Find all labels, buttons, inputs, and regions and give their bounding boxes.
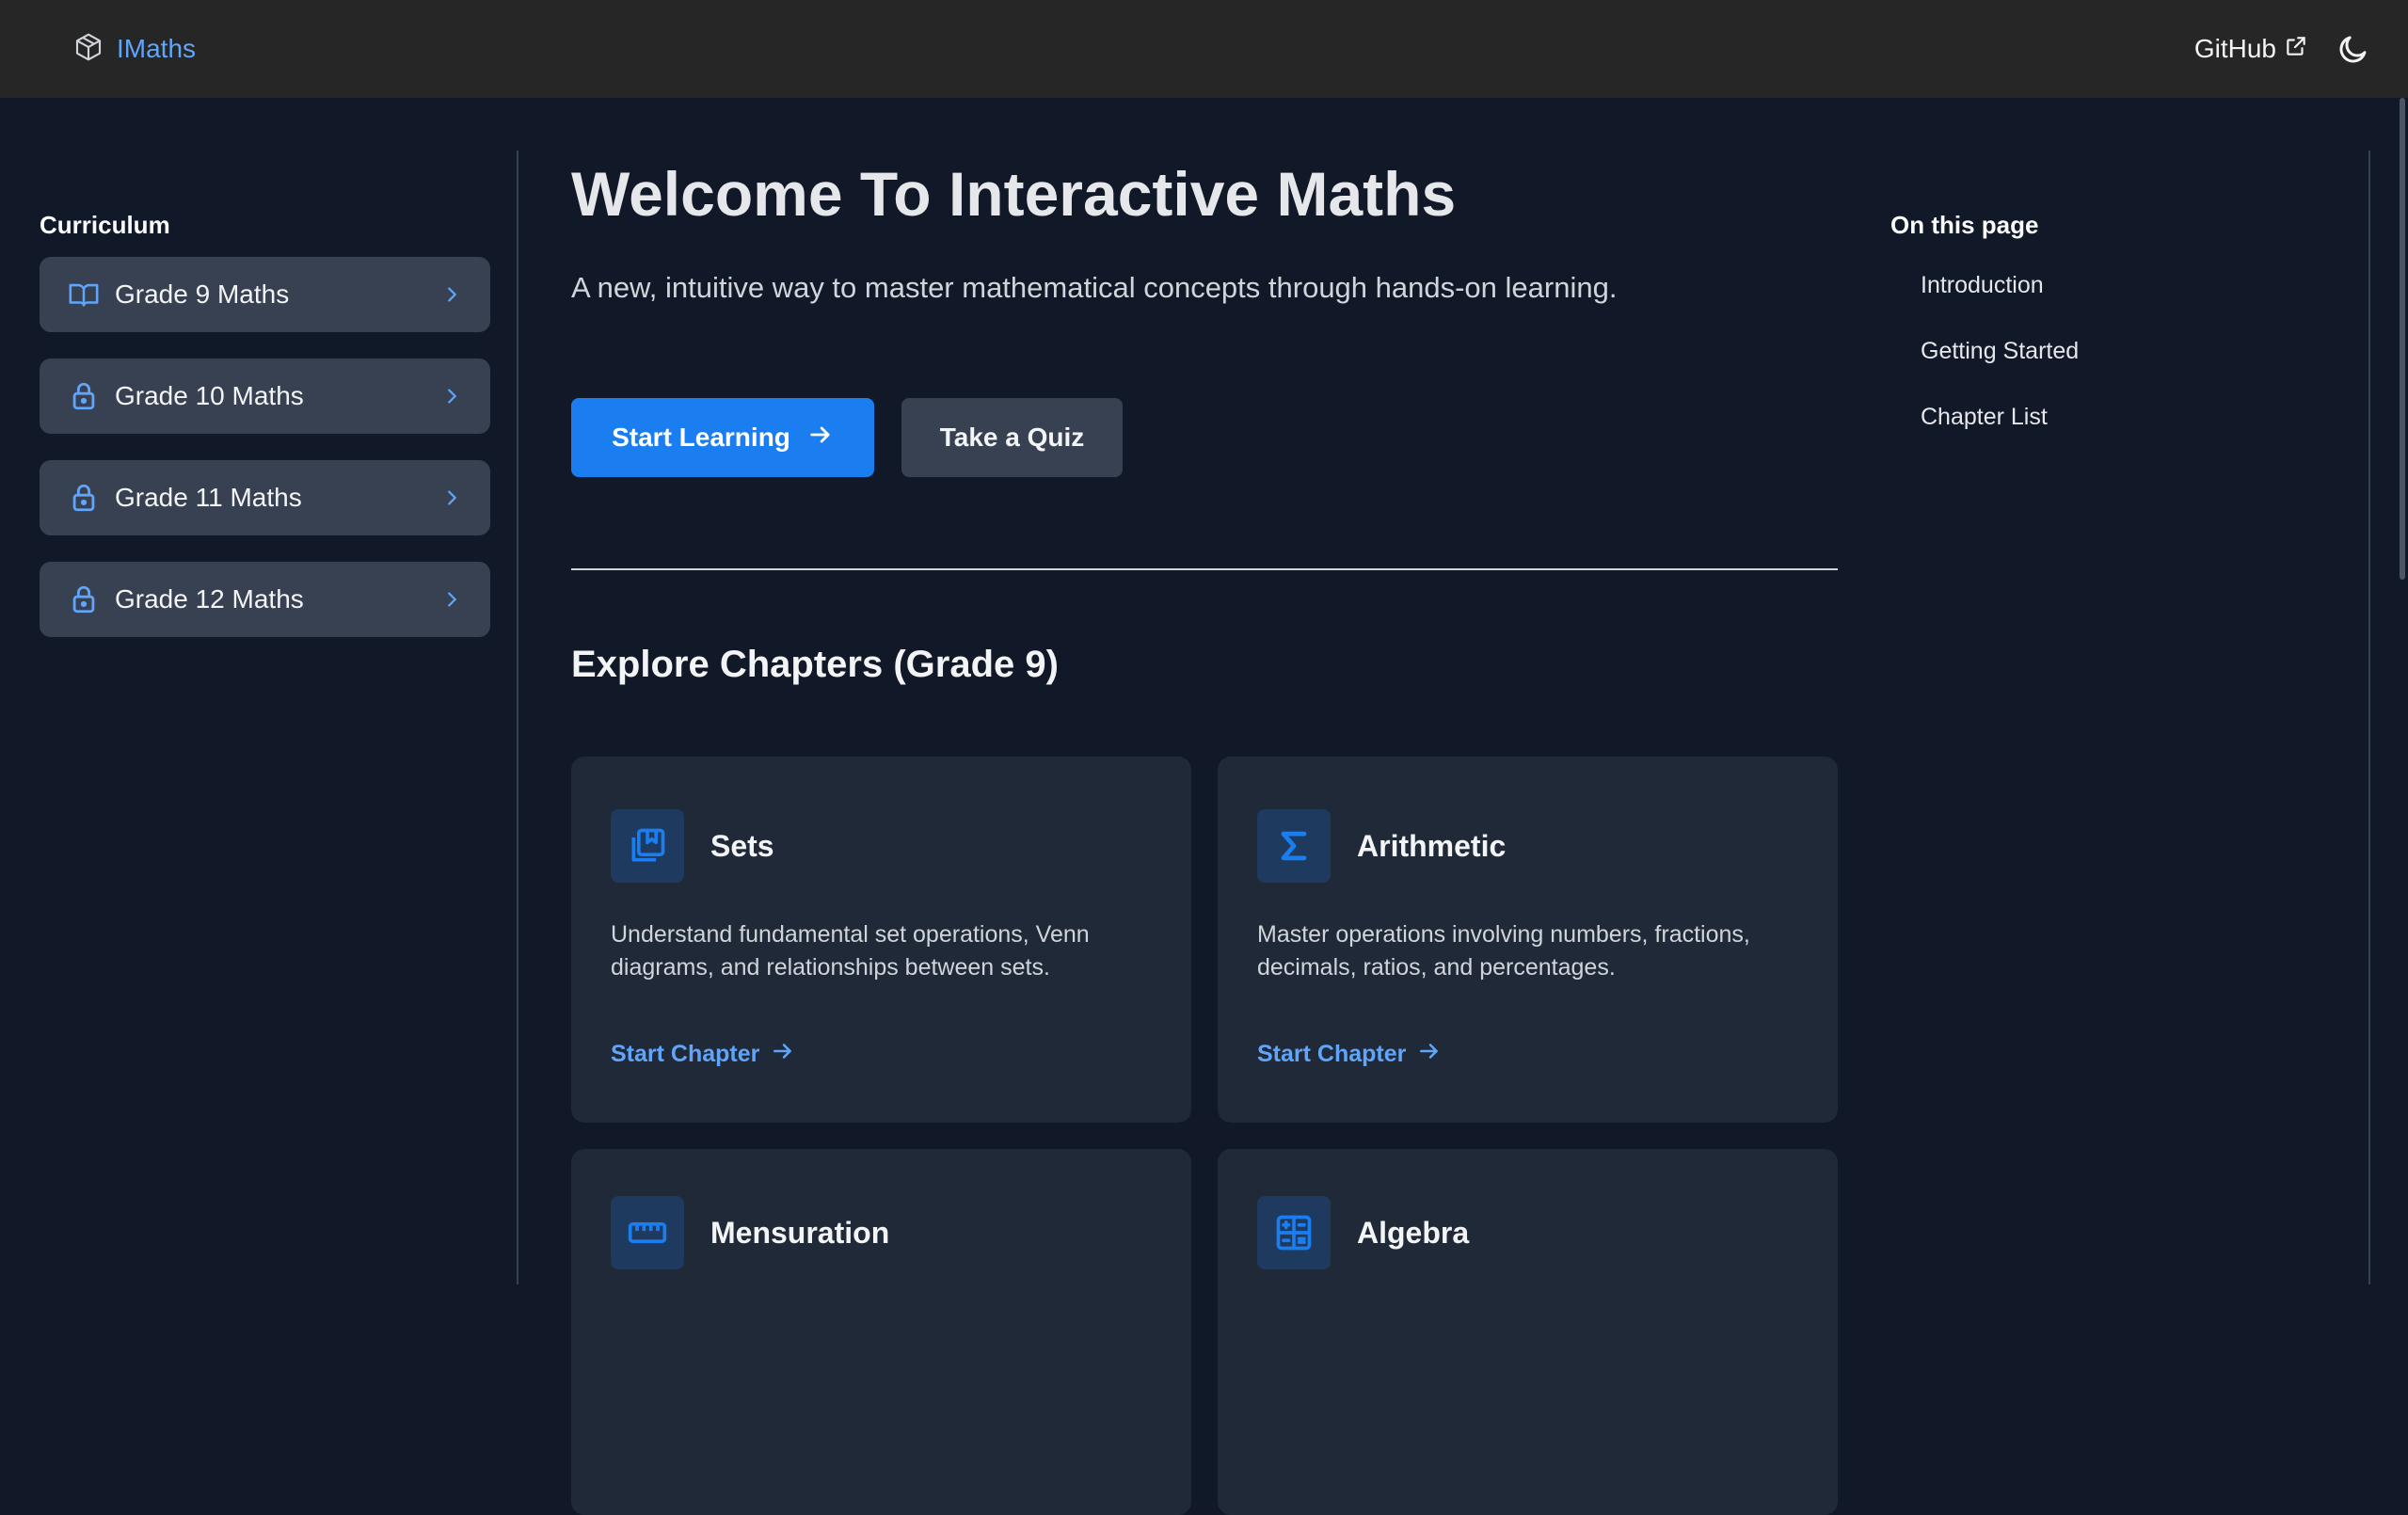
sidebar-item-label: Grade 11 Maths bbox=[115, 483, 302, 512]
book-open-icon bbox=[68, 279, 100, 311]
card-title: Mensuration bbox=[710, 1215, 890, 1250]
take-quiz-button[interactable]: Take a Quiz bbox=[901, 398, 1123, 477]
top-navbar: IMaths GitHub bbox=[0, 0, 2408, 98]
lock-icon bbox=[68, 583, 100, 615]
github-link[interactable]: GitHub bbox=[2194, 34, 2308, 65]
chevron-right-icon bbox=[441, 284, 462, 305]
card-description: Understand fundamental set operations, V… bbox=[611, 921, 1090, 981]
start-learning-label: Start Learning bbox=[612, 423, 790, 452]
sidebar-item-label: Grade 9 Maths bbox=[115, 279, 290, 309]
sidebar-item-grade-12[interactable]: Grade 12 Maths bbox=[40, 562, 490, 637]
chapter-card-mensuration[interactable]: Mensuration bbox=[571, 1149, 1191, 1515]
start-chapter-link[interactable]: Start Chapter bbox=[1257, 1039, 1442, 1070]
chevron-right-icon bbox=[441, 589, 462, 610]
chapter-card-algebra[interactable]: Algebra bbox=[1218, 1149, 1838, 1515]
chevron-right-icon bbox=[441, 386, 462, 407]
toc-item-getting-started[interactable]: Getting Started bbox=[1890, 338, 2342, 404]
start-chapter-label: Start Chapter bbox=[1257, 1041, 1407, 1067]
start-learning-button[interactable]: Start Learning bbox=[571, 398, 874, 477]
section-divider bbox=[571, 568, 1838, 570]
card-title: Algebra bbox=[1357, 1215, 1470, 1250]
brand-name: IMaths bbox=[117, 34, 197, 63]
arrow-right-icon bbox=[1417, 1039, 1442, 1070]
sidebar-item-label: Grade 12 Maths bbox=[115, 584, 304, 614]
sidebar-item-grade-9[interactable]: Grade 9 Maths bbox=[40, 257, 490, 332]
card-description: Master operations involving numbers, fra… bbox=[1257, 921, 1750, 981]
scrollbar-thumb[interactable] bbox=[2400, 98, 2405, 580]
start-chapter-link[interactable]: Start Chapter bbox=[611, 1039, 795, 1070]
moon-icon bbox=[2336, 32, 2370, 66]
sigma-icon bbox=[1257, 809, 1331, 883]
toc-item-chapter-list[interactable]: Chapter List bbox=[1890, 404, 2342, 470]
section-title: Explore Chapters (Grade 9) bbox=[571, 644, 1059, 685]
chapter-card-arithmetic[interactable]: Arithmetic Master operations involving n… bbox=[1218, 757, 1838, 1123]
curriculum-sidebar: Curriculum Grade 9 Maths Grade 10 Maths … bbox=[0, 98, 518, 1284]
sidebar-title: Curriculum bbox=[40, 211, 170, 239]
chevron-right-icon bbox=[441, 487, 462, 508]
cube-logo-icon bbox=[73, 32, 104, 67]
lock-icon bbox=[68, 380, 100, 412]
arrow-right-icon bbox=[807, 422, 834, 454]
theme-toggle-button[interactable] bbox=[2336, 32, 2370, 66]
external-link-icon bbox=[2284, 34, 2308, 65]
lock-icon bbox=[68, 482, 100, 514]
sidebar-item-grade-11[interactable]: Grade 11 Maths bbox=[40, 460, 490, 535]
arrow-right-icon bbox=[771, 1039, 795, 1070]
toc-divider bbox=[2368, 151, 2370, 1284]
page-title: Welcome To Interactive Maths bbox=[571, 159, 1457, 229]
start-chapter-label: Start Chapter bbox=[611, 1041, 760, 1067]
books-icon bbox=[611, 809, 684, 883]
toc-title: On this page bbox=[1890, 211, 2039, 239]
card-title: Sets bbox=[710, 828, 774, 863]
card-title: Arithmetic bbox=[1357, 828, 1507, 863]
toc-item-introduction[interactable]: Introduction bbox=[1890, 272, 2342, 338]
sidebar-item-label: Grade 10 Maths bbox=[115, 381, 304, 410]
brand-link[interactable]: IMaths bbox=[73, 32, 196, 67]
calculator-icon bbox=[1257, 1196, 1331, 1269]
on-this-page-toc: On this page Introduction Getting Starte… bbox=[1890, 98, 2342, 470]
page-subtitle: A new, intuitive way to master mathemati… bbox=[571, 271, 1618, 304]
sidebar-divider-gap bbox=[517, 98, 518, 151]
github-label: GitHub bbox=[2193, 34, 2276, 63]
ruler-icon bbox=[611, 1196, 684, 1269]
chapter-card-sets[interactable]: Sets Understand fundamental set operatio… bbox=[571, 757, 1191, 1123]
sidebar-item-grade-10[interactable]: Grade 10 Maths bbox=[40, 359, 490, 434]
